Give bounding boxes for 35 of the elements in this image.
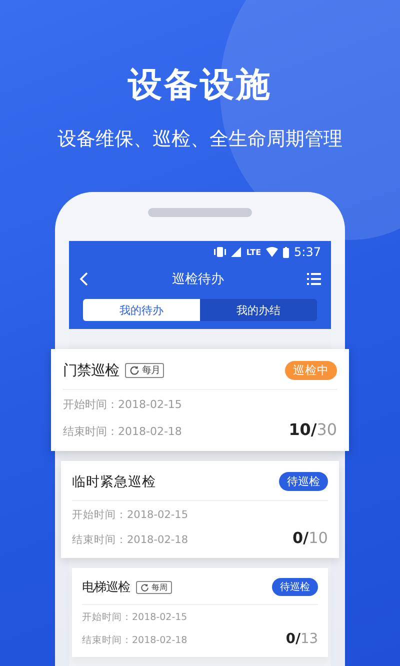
task-card[interactable]: 门禁巡检 每月 巡检中 开始时间：2018-02-15 结束时间：2018-02-18 10/30 [51, 349, 349, 452]
start-time: 开始时间：2018-02-15 [82, 611, 188, 624]
progress-count: 0/13 [286, 631, 318, 648]
status-badge: 待巡检 [272, 578, 318, 596]
task-name: 临时紧急巡检 [72, 472, 156, 491]
end-time: 结束时间：2018-02-18 [72, 533, 188, 548]
start-time: 开始时间：2018-02-15 [63, 397, 182, 412]
screen-title: 巡检待办 [172, 271, 224, 288]
progress-count: 0/10 [292, 529, 328, 548]
start-time: 开始时间：2018-02-15 [72, 508, 188, 522]
cycle-label: 每月 [142, 364, 160, 377]
battery-icon [283, 246, 290, 258]
progress-count: 10/30 [288, 420, 337, 440]
cycle-label: 每周 [152, 582, 168, 593]
task-card[interactable]: 临时紧急巡检 待巡检 开始时间：2018-02-15 结束时间：2018-02-18 0/10 [61, 461, 339, 558]
wifi-icon [266, 247, 278, 257]
refresh-icon [129, 365, 140, 376]
vibrate-icon [214, 247, 226, 257]
task-name: 电梯巡检 [82, 578, 130, 596]
network-type: LTE [246, 248, 262, 256]
task-name: 门禁巡检 [63, 362, 119, 380]
headline: 设备设施 [128, 64, 272, 107]
tab[interactable]: 我的待办 [83, 299, 200, 321]
status-time: 5:37 [294, 245, 321, 259]
end-time: 结束时间：2018-02-18 [63, 424, 182, 440]
menu-button[interactable] [307, 273, 321, 285]
status-badge: 待巡检 [279, 472, 328, 492]
refresh-icon [140, 582, 150, 592]
status-badge: 巡检中 [285, 361, 337, 380]
end-time: 结束时间：2018-02-18 [82, 634, 188, 648]
back-button[interactable] [79, 272, 89, 286]
subtitle: 设备维保、巡检、全生命周期管理 [58, 127, 342, 152]
task-card[interactable]: 电梯巡检 每周 待巡检 开始时间：2018-02-15 结束时间：2018-02-18 0/13 [72, 568, 328, 658]
tab[interactable]: 我的办结 [200, 299, 317, 321]
signal-icon [231, 247, 242, 257]
